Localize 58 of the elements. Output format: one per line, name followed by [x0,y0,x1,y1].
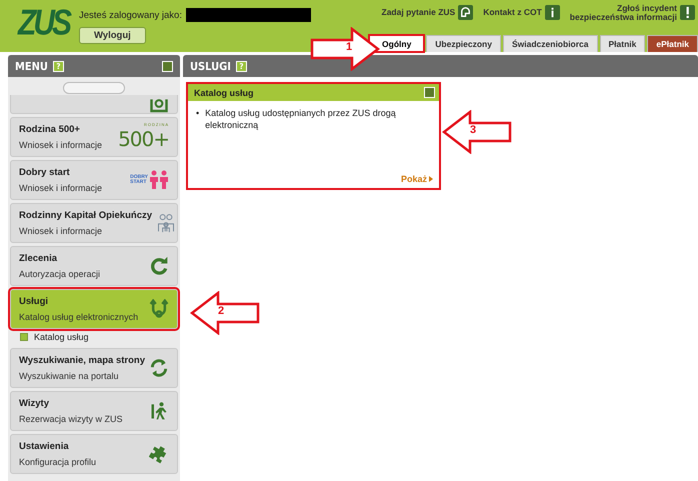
tab[interactable]: Ubezpieczony [426,35,501,52]
menu-item-title: Wyszukiwanie, mapa strony [19,355,146,366]
menu-item[interactable]: Wyszukiwanie, mapa strony Wyszukiwanie na portalu [10,348,178,388]
menu-item-title: Ustawienia [19,441,70,452]
tab[interactable]: Płatnik [600,35,646,52]
header-link[interactable]: Zgłoś incydent bezpieczeństwa informacji [570,4,677,22]
chat-icon [458,5,474,20]
menu-item-subtitle: Konfiguracja profilu [19,457,98,467]
zus-logo: ZUS [16,2,70,44]
menu-item-title: Usługi [19,296,50,307]
branch-icon [149,299,169,319]
menu-item[interactable]: Ustawienia Konfiguracja profilu [10,434,178,474]
callout-arrow [190,291,260,335]
login-label: Jesteś zalogowany jako: [79,10,182,20]
menu-item[interactable]: Usługi Katalog usług elektronicznych [10,289,178,329]
menu-item-subtitle: Wniosek i informacje [19,140,104,150]
list-bullet: • [196,108,200,120]
menu-item-title: Dobry start [19,167,71,178]
menu-item-subtitle: Wniosek i informacje [19,183,104,193]
menu-item[interactable]: Wizyty Rezerwacja wizyty w ZUS [10,391,178,431]
menu-item-subtitle: Rezerwacja wizyty w ZUS [19,414,124,424]
panel-text: Katalog usług udostępnianych przez ZUS drogą elektroniczną [205,108,397,132]
callout-number: 2 [218,305,224,317]
tab[interactable]: Ogólny [369,35,424,52]
menu-item[interactable] [10,95,178,114]
menu-item[interactable]: Zlecenia Autoryzacja operacji [10,246,178,286]
calendar-icon [149,99,169,113]
refresh-icon [149,256,169,276]
collapse-button[interactable] [424,87,435,98]
tab[interactable]: Świadczeniobiorca [502,35,598,52]
alert-icon [680,5,695,20]
tab[interactable]: ePłatnik [647,35,698,52]
callout-number: 1 [346,41,352,53]
menu-item-subtitle: Wyszukiwanie na portalu [19,371,120,381]
panel-title: Katalog usług [194,88,254,98]
menu-item[interactable]: Rodzinny Kapitał Opiekuńczy Wniosek i informacje [10,203,178,243]
submenu-link[interactable]: Katalog usług [34,332,89,342]
family-icon [156,213,176,233]
menu-item-title: Rodzina 500+ [19,124,81,135]
header-link[interactable]: Kontakt z COT [483,8,542,18]
menu-item-title: Rodzinny Kapitał Opiekuńczy [19,210,152,221]
menu-item-title: Zlecenia [19,253,58,264]
walker-icon [149,401,169,421]
menu-item-title: Wizyty [19,398,50,409]
menu-title: MENU [15,60,48,72]
header-link[interactable]: Zadaj pytanie ZUS [382,8,456,18]
bullet-icon [20,333,28,341]
callout-number: 3 [470,124,476,136]
collapse-button[interactable] [162,60,173,72]
puzzle-icon [149,444,169,464]
menu-item-subtitle: Katalog usług elektronicznych [19,312,140,322]
callout-arrow [310,27,380,71]
menu-item-subtitle: Autoryzacja operacji [19,269,102,279]
info-icon [544,5,560,20]
sync-icon [149,358,170,378]
content-title: USLUGI [190,60,231,72]
logout-button[interactable]: Wyloguj [79,27,146,44]
menu-item-subtitle: Wniosek i informacje [19,226,104,236]
